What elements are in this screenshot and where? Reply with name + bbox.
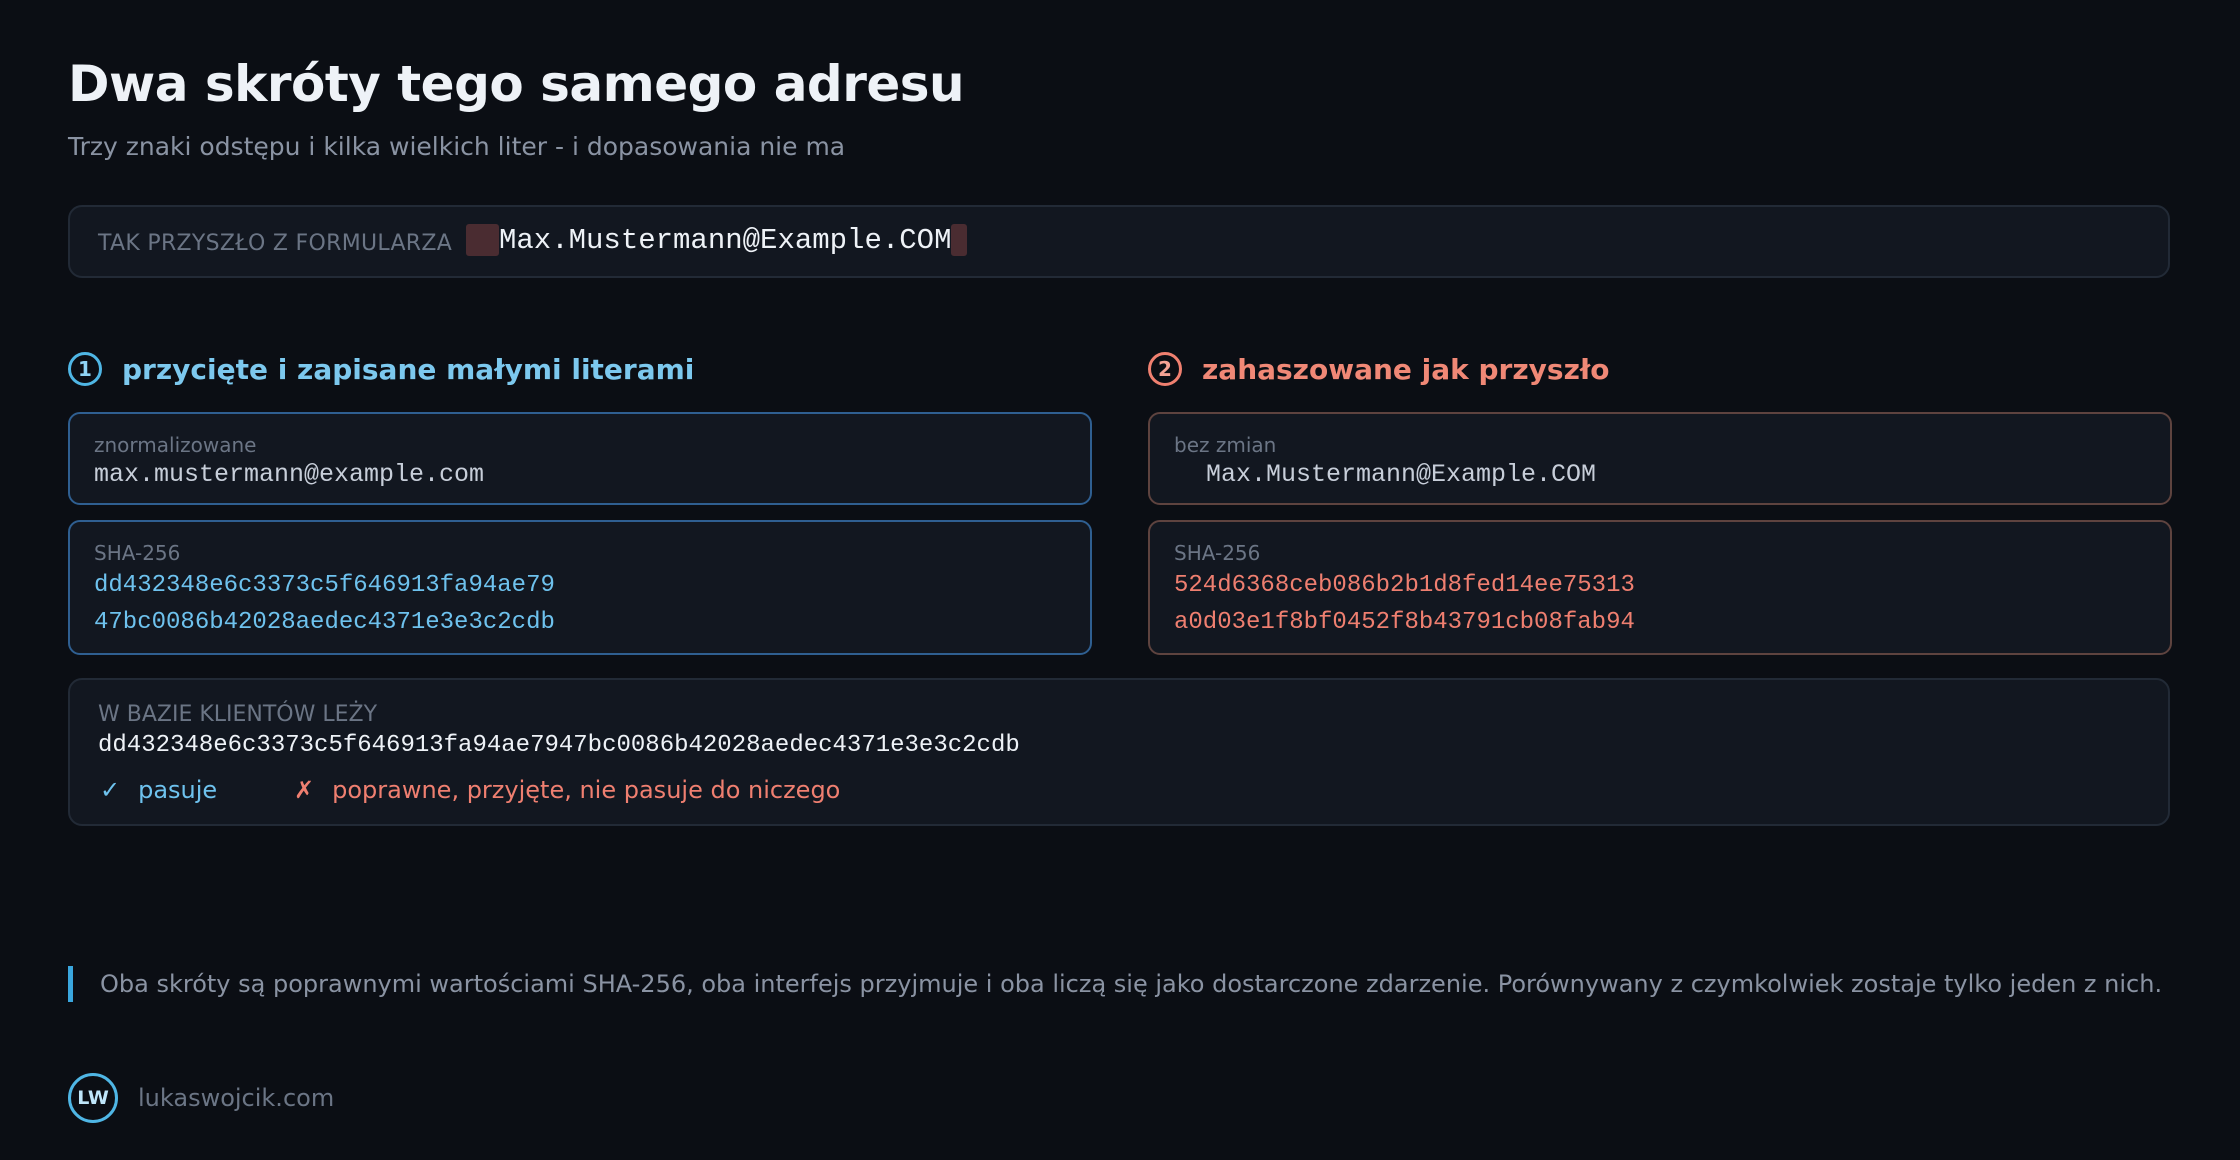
form-input-label: TAK PRZYSZŁO Z FORMULARZA bbox=[98, 231, 453, 256]
footer: LW lukaswojcik.com bbox=[68, 1073, 334, 1123]
column-heading-normalized: 1 przycięte i zapisane małymi literami bbox=[68, 352, 694, 386]
site-url[interactable]: lukaswojcik.com bbox=[138, 1084, 334, 1112]
database-hash: dd432348e6c3373c5f646913fa94ae7947bc0086… bbox=[98, 732, 1020, 759]
normalized-email: max.mustermann@example.com bbox=[94, 460, 485, 489]
match-result: ✓ pasuje bbox=[100, 776, 217, 804]
hash-line: a0d03e1f8bf0452f8b43791cb08fab94 bbox=[1174, 609, 1635, 636]
nomatch-text: poprawne, przyjęte, nie pasuje do niczeg… bbox=[332, 776, 841, 804]
column-heading-raw: 2 zahaszowane jak przyszło bbox=[1148, 352, 1610, 386]
normalized-value-card: znormalizowane max.mustermann@example.co… bbox=[68, 412, 1092, 505]
step-number-badge: 2 bbox=[1148, 352, 1182, 386]
site-logo: LW bbox=[68, 1073, 118, 1123]
footnote-text: Oba skróty są poprawnymi wartościami SHA… bbox=[100, 970, 2163, 998]
page-subtitle: Trzy znaki odstępu i kilka wielkich lite… bbox=[68, 132, 846, 161]
card-label: znormalizowane bbox=[94, 433, 257, 457]
nomatch-result: ✗ poprawne, przyjęte, nie pasuje do nicz… bbox=[294, 776, 840, 804]
cross-icon: ✗ bbox=[294, 776, 315, 804]
trailing-whitespace-marker bbox=[951, 224, 968, 256]
hash-line: 47bc0086b42028aedec4371e3e3c2cdb bbox=[94, 609, 555, 636]
hash-label: SHA-256 bbox=[94, 541, 181, 565]
page-title: Dwa skróty tego samego adresu bbox=[68, 55, 965, 113]
raw-email: Max.Mustermann@Example.COM bbox=[1206, 460, 1597, 489]
step-number-badge: 1 bbox=[68, 352, 102, 386]
match-text: pasuje bbox=[138, 776, 218, 804]
column-title: zahaszowane jak przyszło bbox=[1202, 352, 1610, 386]
raw-value-card: bez zmian Max.Mustermann@Example.COM bbox=[1148, 412, 2172, 505]
leading-whitespace-marker bbox=[466, 224, 499, 256]
column-title: przycięte i zapisane małymi literami bbox=[122, 352, 695, 386]
form-input-text: Max.Mustermann@Example.COM bbox=[499, 223, 952, 257]
hash-line: 524d6368ceb086b2b1d8fed14ee75313 bbox=[1174, 572, 1635, 599]
database-label: W BAZIE KLIENTÓW LEŻY bbox=[98, 702, 378, 727]
form-input-value: Max.Mustermann@Example.COM bbox=[466, 222, 968, 258]
footnote: Oba skróty są poprawnymi wartościami SHA… bbox=[68, 966, 2162, 1002]
customer-database-panel: W BAZIE KLIENTÓW LEŻY dd432348e6c3373c5f… bbox=[68, 678, 2170, 826]
raw-hash-card: SHA-256 524d6368ceb086b2b1d8fed14ee75313… bbox=[1148, 520, 2172, 655]
card-label: bez zmian bbox=[1174, 433, 1277, 457]
form-input-panel: TAK PRZYSZŁO Z FORMULARZA Max.Mustermann… bbox=[68, 205, 2170, 278]
check-icon: ✓ bbox=[100, 776, 121, 804]
hash-line: dd432348e6c3373c5f646913fa94ae79 bbox=[94, 572, 555, 599]
normalized-hash-card: SHA-256 dd432348e6c3373c5f646913fa94ae79… bbox=[68, 520, 1092, 655]
hash-label: SHA-256 bbox=[1174, 541, 1261, 565]
